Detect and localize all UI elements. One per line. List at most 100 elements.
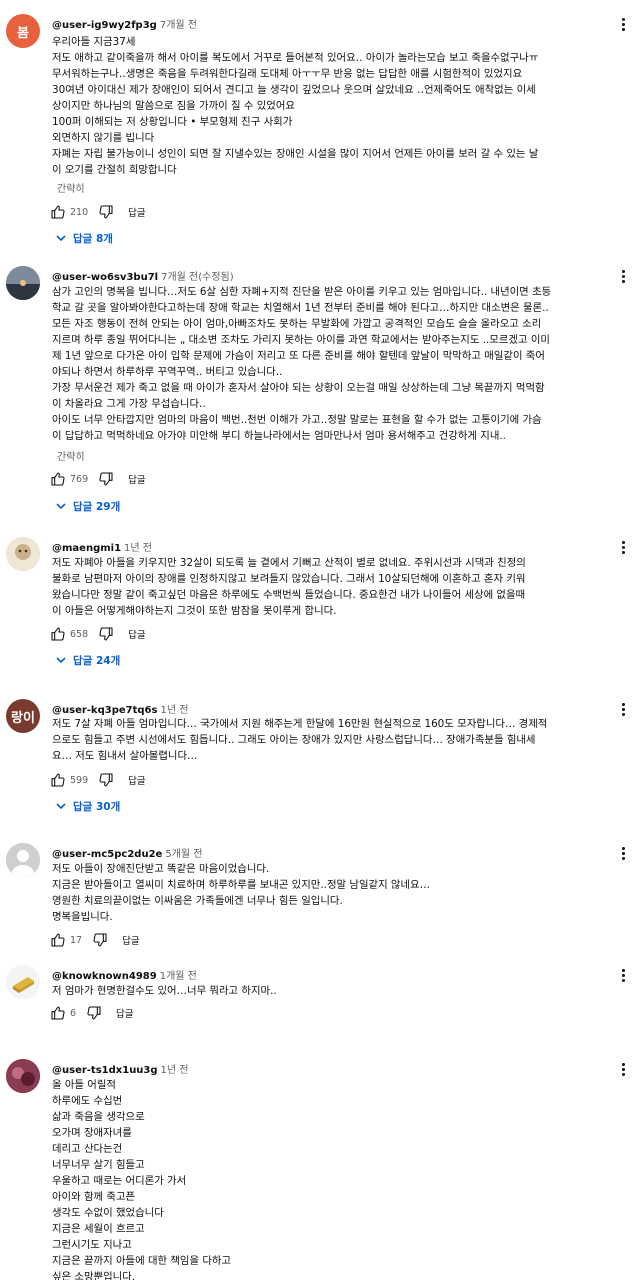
like-icon[interactable] <box>50 932 66 948</box>
chevron-down-icon <box>56 657 66 664</box>
avatar-sunset[interactable] <box>6 266 40 300</box>
comment-header: @maengmi1 1년 전 <box>52 539 152 554</box>
dislike-icon[interactable] <box>98 204 114 220</box>
comment-line: 아이와 함께 죽고픈 <box>52 1191 136 1203</box>
comment-actions: 658 답글 <box>50 624 146 644</box>
comment-line: 100퍼 이해되는 저 상황입니다 • 부모형제 친구 사회가 <box>52 116 293 128</box>
comment-timestamp[interactable]: 7개월 전(수정됨) <box>161 272 234 283</box>
chevron-down-icon <box>56 803 66 810</box>
comment-line: 아이도 너무 안타깝지만 엄마의 마음이 백번..천번 이해가 가고..정말 말… <box>52 414 542 426</box>
avatar-initials: 랑이 <box>11 710 35 726</box>
comment-line: 불화로 남편마저 아이의 장애를 인정하지않고 보려들지 않았습니다. 그래서 … <box>52 573 526 585</box>
comment-author[interactable]: @user-wo6sv3bu7l <box>52 272 158 283</box>
show-less-link[interactable]: 간략히 <box>57 180 85 195</box>
comment-text: 저도 자폐아 아들을 키우지만 32살이 되도록 늘 곁에서 기뻐고 산적이 별… <box>52 555 632 619</box>
like-icon[interactable] <box>50 626 66 642</box>
comment-actions: 210 답글 <box>50 202 146 222</box>
comment-actions: 599 답글 <box>50 770 146 790</box>
comment-line: 자폐는 자립 불가능이니 성인이 되면 잘 지낼수있는 장애인 시설을 많이 지… <box>52 148 539 160</box>
comment-line: 이 오기를 간절히 희망합니다 <box>52 164 177 176</box>
comment-line: 이 답답하고 먹먹하네요 아가야 미안해 부디 하늘나라에서는 엄마만나서 엄마… <box>52 430 506 442</box>
comment-header: @user-wo6sv3bu7l 7개월 전(수정됨) <box>52 268 234 283</box>
more-actions-icon[interactable] <box>616 15 630 33</box>
comment-timestamp[interactable]: 1개월 전 <box>160 971 197 982</box>
comment-author[interactable]: @user-mc5pc2du2e <box>52 849 162 860</box>
like-count: 658 <box>70 628 89 640</box>
more-actions-icon[interactable] <box>616 267 630 285</box>
comment-line: 저도 7살 자폐 아들 엄마입니다… 국가에서 지원 해주는게 한달에 16만원… <box>52 718 548 730</box>
like-icon[interactable] <box>50 204 66 220</box>
comment-timestamp[interactable]: 7개월 전 <box>160 20 197 31</box>
comment-line: 오가며 장애자녀를 <box>52 1127 132 1139</box>
like-count: 210 <box>70 206 89 218</box>
avatar-default-person-icon[interactable] <box>6 843 40 877</box>
view-replies-button[interactable]: 답글 24개 <box>55 649 120 671</box>
reply-button[interactable]: 답글 <box>128 773 145 787</box>
like-count: 769 <box>70 473 89 485</box>
like-count: 6 <box>70 1007 77 1019</box>
comment-header: @user-ts1dx1uu3g 1년 전 <box>52 1061 189 1076</box>
comment-line: 무서워하는구나‥생명은 죽음을 두려워한다길래 도대체 아ㅜㅜ무 반응 없는 답… <box>52 68 523 80</box>
avatar-gold-bar[interactable] <box>6 965 40 999</box>
more-actions-icon[interactable] <box>616 844 630 862</box>
reply-button[interactable]: 답글 <box>128 472 145 486</box>
comment-line: 삼가 고인의 명복을 빕니다…저도 6살 심한 자폐+지적 진단을 받은 아이를… <box>52 286 552 298</box>
like-icon[interactable] <box>50 772 66 788</box>
comment-line: 지금은 끝까지 아들에 대한 책임을 다하고 <box>52 1255 232 1267</box>
comment-line: 요… 저도 힘내서 살아볼렵니다… <box>52 750 198 762</box>
comment-text: 올 아들 어릴적 하루에도 수십번 삶과 죽음을 생각으로 오가며 장애자녀를 데리고 … <box>52 1077 632 1280</box>
comment-line: 학교 갈 곳을 알아봐야한다고하는데 장애 학교는 치열해서 1년 전부터 준비… <box>52 302 549 314</box>
view-replies-button[interactable]: 답글 29개 <box>55 495 120 517</box>
more-actions-icon[interactable] <box>616 966 630 984</box>
like-icon[interactable] <box>50 471 66 487</box>
comment-author[interactable]: @knowknown4989 <box>52 971 157 982</box>
avatar[interactable]: 랑이 <box>6 699 40 733</box>
comment-timestamp[interactable]: 5개월 전 <box>165 849 202 860</box>
replies-count-label: 답글 30개 <box>73 800 121 813</box>
avatar[interactable]: 봄 <box>6 14 40 48</box>
comment-line: 지르며 하루 종일 뛰어다니는 „ 대소변 조차도 가리지 못하는 아이를 과연… <box>52 334 550 346</box>
comment-author[interactable]: @user-ig9wy2fp3g <box>52 20 157 31</box>
view-replies-button[interactable]: 답글 30개 <box>55 795 120 817</box>
dislike-icon[interactable] <box>92 932 108 948</box>
like-icon[interactable] <box>50 1005 66 1021</box>
reply-button[interactable]: 답글 <box>128 627 145 641</box>
dislike-icon[interactable] <box>98 772 114 788</box>
dislike-icon[interactable] <box>86 1005 102 1021</box>
comment-line: 상이지만 하나님의 말씀으로 짐을 가까이 질 수 있었어요 <box>52 100 295 112</box>
comment-header: @knowknown4989 1개월 전 <box>52 967 197 982</box>
comment-line: 제 1년 앞으로 다가온 아이 입학 문제에 가슴이 저리고 또 다른 준비를 … <box>52 350 545 362</box>
comment-author[interactable]: @maengmi1 <box>52 543 121 554</box>
comment-author[interactable]: @user-ts1dx1uu3g <box>52 1065 158 1076</box>
reply-button[interactable]: 답글 <box>122 933 139 947</box>
dislike-icon[interactable] <box>98 471 114 487</box>
comment-line: 올 아들 어릴적 <box>52 1079 116 1091</box>
more-actions-icon[interactable] <box>616 1060 630 1078</box>
comment-line: 그런시기도 지나고 <box>52 1239 132 1251</box>
comment-line: 외면하지 않기를 빕니다 <box>52 132 155 144</box>
replies-count-label: 답글 29개 <box>73 500 121 513</box>
comment-timestamp[interactable]: 1년 전 <box>160 705 188 716</box>
comment-author[interactable]: @user-kq3pe7tq6s <box>52 705 157 716</box>
reply-button[interactable]: 답글 <box>128 205 145 219</box>
dislike-icon[interactable] <box>98 626 114 642</box>
comment-timestamp[interactable]: 1년 전 <box>124 543 152 554</box>
comment-line: 가장 무서운건 제가 죽고 없을 때 아이가 혼자서 살아야 되는 상황이 오는… <box>52 382 545 394</box>
comment-timestamp[interactable]: 1년 전 <box>161 1065 189 1076</box>
reply-button[interactable]: 답글 <box>116 1006 133 1020</box>
comment-line: 우리아들 지금37세 <box>52 36 136 48</box>
comment-line: 싶은 소망뿐입니다. <box>52 1271 136 1280</box>
comment-line: 너무너무 살기 힘들고 <box>52 1159 145 1171</box>
comment-line: 생각도 수없이 했었습니다 <box>52 1207 164 1219</box>
comment-line: 지금은 받아들이고 열씨미 치료하며 하루하루를 보내곤 있지만..정말 남일같… <box>52 879 430 891</box>
comment-line: 모든 자조 행동이 전혀 안되는 아이 엄마,아빠조차도 못하는 무발화에 가깝… <box>52 318 542 330</box>
show-less-link[interactable]: 간략히 <box>57 448 85 463</box>
avatar-character[interactable] <box>6 537 40 571</box>
comment-line: 영원한 치료의끝이없는 이싸움은 가족들에겐 너무나 힘든 일입니다. <box>52 895 343 907</box>
avatar-photo[interactable] <box>6 1059 40 1093</box>
replies-count-label: 답글 8개 <box>73 232 113 245</box>
view-replies-button[interactable]: 답글 8개 <box>55 227 113 249</box>
more-actions-icon[interactable] <box>616 538 630 556</box>
replies-count-label: 답글 24개 <box>73 654 121 667</box>
comment-line: 지금은 세월이 흐르고 <box>52 1223 145 1235</box>
